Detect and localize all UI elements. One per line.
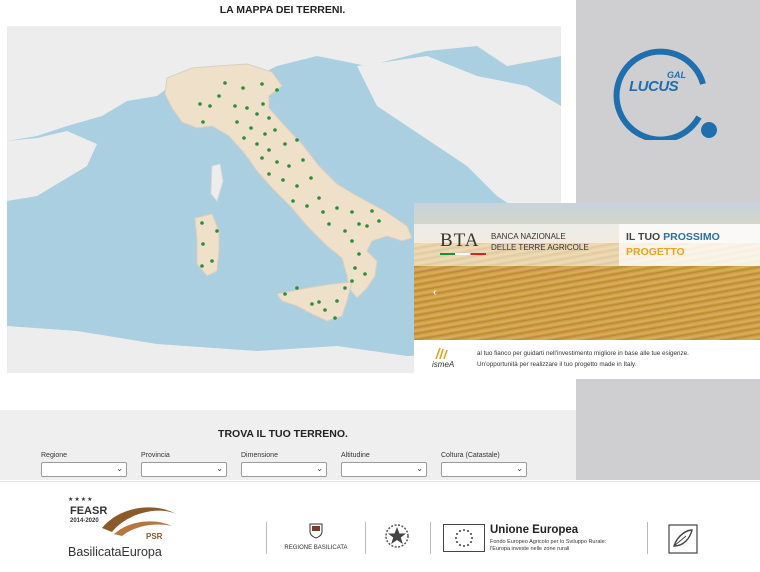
headline-part2: PROSSIMO	[663, 231, 720, 243]
regione-basilicata-text: REGIONE BASILICATA	[284, 545, 348, 551]
regione-basilicata-logo[interactable]: REGIONE BASILICATA	[280, 523, 352, 559]
footer-divider	[647, 522, 648, 554]
eu-line-2: l'Europa investe nelle zone rurali	[490, 546, 570, 552]
chevron-down-icon: ⌄	[216, 464, 223, 473]
banner-tagline-2: Un'opportunità per realizzare il tuo pro…	[477, 361, 637, 368]
dimensione-select[interactable]: ⌄	[241, 462, 327, 477]
leader-logo[interactable]	[668, 524, 698, 554]
footer-divider	[430, 522, 431, 554]
headline-box: IL TUO PROSSIMO PROGETTO	[619, 224, 760, 266]
chevron-down-icon: ⌄	[516, 464, 523, 473]
eu-logo[interactable]: Unione Europea Fondo Europeo Agricolo pe…	[443, 524, 633, 556]
wheat-icon	[435, 347, 448, 360]
bta-logo-text: BTA	[440, 230, 480, 251]
chevron-down-icon: ⌄	[416, 464, 423, 473]
italian-flag-stripe	[440, 253, 486, 255]
star-emblem-icon	[385, 524, 409, 548]
psr-swoosh-icon	[102, 507, 176, 536]
chevron-down-icon: ⌄	[316, 464, 323, 473]
banner-footer: ismeA al tuo fianco per guidarti nell'in…	[414, 340, 760, 379]
filter-regione: Regione ⌄	[41, 452, 127, 477]
filter-altitudine: Altitudine ⌄	[341, 452, 427, 477]
provincia-select[interactable]: ⌄	[141, 462, 227, 477]
banner-tagline-1: al tuo fianco per guidarti nell'investim…	[477, 350, 689, 357]
regione-shield-icon	[309, 523, 323, 539]
search-title: TROVA IL TUO TERRENO.	[218, 428, 348, 440]
bta-name-line2: DELLE TERRE AGRICOLE	[491, 243, 589, 252]
chevron-down-icon: ⌄	[116, 464, 123, 473]
filter-label: Coltura (Catastale)	[441, 452, 500, 459]
filter-label: Altitudine	[341, 452, 370, 459]
altitudine-select[interactable]: ⌄	[341, 462, 427, 477]
basilicata-europa-text: BasilicataEuropa	[68, 545, 162, 559]
eu-flag-icon	[443, 524, 485, 552]
chevron-left-icon[interactable]: ‹	[433, 287, 436, 298]
ismea-logo	[432, 346, 454, 360]
headline-part1: IL TUO	[626, 231, 664, 243]
repubblica-italiana-emblem[interactable]	[383, 522, 411, 552]
footer-divider	[266, 522, 267, 554]
stars-icon: ★★★★	[68, 497, 94, 503]
feasr-years: 2014-2020	[70, 518, 99, 524]
coltura-select[interactable]: ⌄	[441, 462, 527, 477]
gal-lucus-logo[interactable]: GAL LUCUS	[613, 40, 723, 143]
filter-coltura: Coltura (Catastale) ⌄	[441, 452, 527, 477]
filter-dimensione: Dimensione ⌄	[241, 452, 327, 477]
basilicata-europa-logo[interactable]: ★★★★ FEASR 2014-2020 PSR BasilicataEurop…	[60, 494, 190, 564]
eu-line-1: Fondo Europeo Agricolo per lo Sviluppo R…	[490, 539, 607, 545]
bta-name-line1: BANCA NAZIONALE	[491, 232, 566, 241]
eu-stars-icon	[455, 529, 473, 547]
filter-label: Provincia	[141, 452, 170, 459]
footer-divider	[365, 522, 366, 554]
headline-line2: PROGETTO	[626, 246, 685, 258]
eu-title: Unione Europea	[490, 524, 579, 536]
filter-label: Dimensione	[241, 452, 278, 459]
filter-label: Regione	[41, 452, 68, 459]
regione-select[interactable]: ⌄	[41, 462, 127, 477]
map-title: LA MAPPA DEI TERRENI.	[219, 4, 346, 16]
logo-lucus-text: LUCUS	[629, 78, 679, 95]
leader-icon	[668, 524, 698, 554]
ismea-text: ismeA	[432, 360, 455, 369]
footer: ★★★★ FEASR 2014-2020 PSR BasilicataEurop…	[0, 481, 760, 572]
psr-text: PSR	[146, 532, 163, 541]
filter-provincia: Provincia ⌄	[141, 452, 227, 477]
headline-line1: IL TUO PROSSIMO	[626, 231, 720, 243]
